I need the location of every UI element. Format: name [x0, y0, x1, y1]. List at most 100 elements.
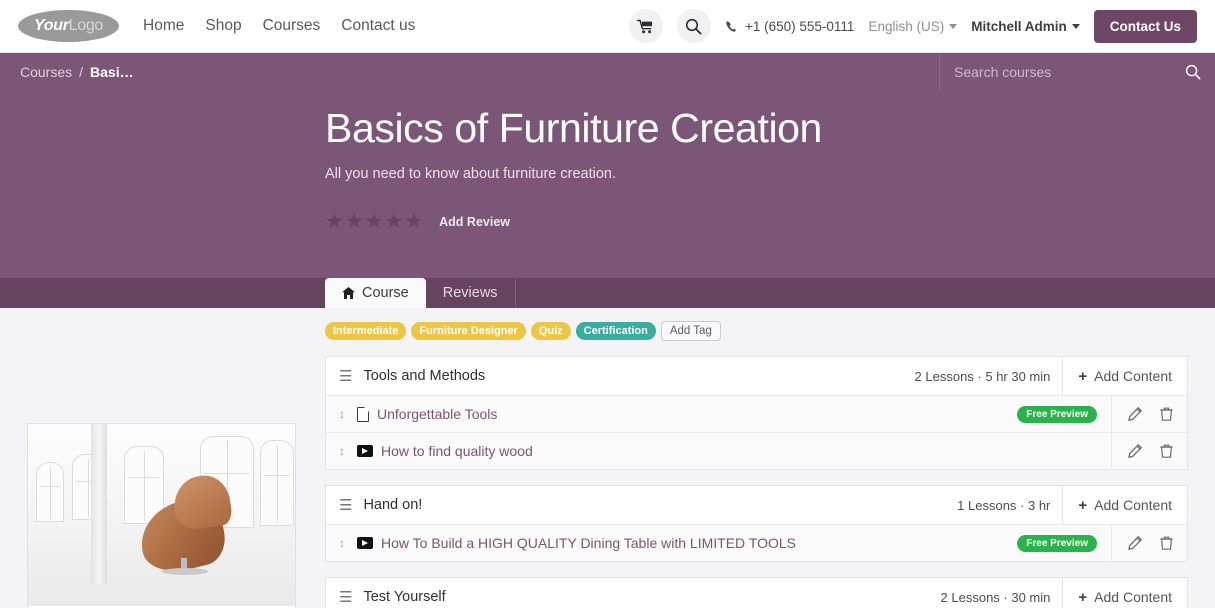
lesson-row-actions	[1111, 524, 1187, 562]
section-lesson-count: 2 Lessons · 30 min	[940, 589, 1051, 605]
free-preview-badge: Free Preview	[1017, 534, 1097, 552]
nav-right-group: +1 (650) 555-0111 English (US) Mitchell …	[628, 9, 1197, 43]
shopping-cart-icon	[637, 19, 653, 33]
tag-quiz[interactable]: Quiz	[530, 322, 571, 340]
course-search-box	[939, 53, 1215, 91]
star-icon[interactable]: ★	[345, 211, 364, 232]
search-button[interactable]	[676, 9, 711, 43]
phone-icon	[726, 20, 736, 32]
course-cover-image	[28, 424, 295, 606]
primary-nav-links: Home Shop Courses Contact us	[143, 17, 415, 35]
course-tag-list: Intermediate Furniture Designer Quiz Cer…	[325, 321, 1188, 341]
hero-text-block: Basics of Furniture Creation All you nee…	[0, 91, 1215, 232]
user-menu[interactable]: Mitchell Admin	[971, 19, 1080, 34]
breadcrumb-bar: Courses / Basi…	[0, 53, 1215, 91]
course-subtitle: All you need to know about furniture cre…	[325, 166, 616, 183]
course-hero: Basics of Furniture Creation All you nee…	[0, 91, 1215, 278]
lesson-title[interactable]: How to find quality wood	[381, 443, 533, 459]
add-content-button[interactable]: + Add Content	[1062, 486, 1187, 524]
search-icon	[686, 18, 702, 35]
add-review-link[interactable]: Add Review	[439, 215, 510, 229]
course-tabs: Course Reviews	[0, 278, 1215, 308]
cart-button[interactable]	[628, 9, 663, 43]
course-section: ☰ Test Yourself 2 Lessons · 30 min + Add…	[325, 577, 1188, 608]
document-icon	[357, 406, 369, 422]
list-icon[interactable]: ☰	[339, 369, 352, 384]
drag-handle-icon[interactable]: ↕	[339, 445, 345, 457]
breadcrumb-courses[interactable]: Courses	[20, 64, 72, 80]
delete-trash-icon[interactable]	[1160, 536, 1173, 550]
section-title: Hand on!	[363, 497, 423, 513]
nav-link-courses[interactable]: Courses	[263, 17, 321, 35]
star-rating[interactable]: ★ ★ ★ ★ ★	[325, 211, 423, 232]
language-label: English (US)	[868, 18, 945, 34]
delete-trash-icon[interactable]	[1160, 444, 1173, 458]
pillar-decor	[91, 424, 107, 584]
page-title: Basics of Furniture Creation	[325, 105, 822, 151]
edit-pencil-icon[interactable]	[1128, 407, 1142, 421]
lesson-row-actions	[1111, 395, 1187, 433]
lesson-title[interactable]: How To Build a HIGH QUALITY Dining Table…	[381, 535, 796, 551]
drag-handle-icon[interactable]: ↕	[339, 408, 345, 420]
rating-row: ★ ★ ★ ★ ★ Add Review	[325, 211, 1215, 232]
section-lesson-count: 2 Lessons · 5 hr 30 min	[914, 368, 1051, 384]
tag-intermediate[interactable]: Intermediate	[325, 322, 407, 340]
lesson-title[interactable]: Unforgettable Tools	[377, 406, 497, 422]
language-selector[interactable]: English (US)	[868, 18, 958, 34]
drag-handle-icon[interactable]: ↕	[339, 537, 345, 549]
star-icon[interactable]: ★	[365, 211, 384, 232]
edit-pencil-icon[interactable]	[1128, 536, 1142, 550]
section-title: Test Yourself	[363, 589, 446, 605]
plus-icon: +	[1078, 496, 1088, 514]
tab-reviews[interactable]: Reviews	[426, 278, 516, 308]
section-header: ☰ Hand on! 1 Lessons · 3 hr + Add Conten…	[326, 486, 1187, 524]
free-preview-badge: Free Preview	[1017, 405, 1097, 423]
phone-number-text: +1 (650) 555-0111	[744, 18, 855, 34]
top-navigation-bar: Your Logo Home Shop Courses Contact us +…	[0, 0, 1215, 53]
contact-us-button[interactable]: Contact Us	[1093, 9, 1197, 43]
lesson-row-actions	[1111, 432, 1187, 470]
logo-ellipse: Your Logo	[18, 10, 119, 42]
list-icon[interactable]: ☰	[339, 590, 352, 605]
nav-link-home[interactable]: Home	[143, 17, 184, 35]
nav-link-shop[interactable]: Shop	[205, 17, 241, 35]
lesson-row[interactable]: ↕ How to find quality wood	[326, 432, 1187, 470]
lesson-row[interactable]: ↕ Unforgettable Tools Free Preview	[326, 395, 1187, 433]
tag-certification[interactable]: Certification	[575, 322, 656, 340]
search-icon[interactable]	[1185, 64, 1201, 80]
plus-icon: +	[1078, 367, 1088, 385]
edit-pencil-icon[interactable]	[1128, 444, 1142, 458]
star-icon[interactable]: ★	[325, 211, 344, 232]
search-courses-input[interactable]	[954, 64, 1185, 80]
add-content-label: Add Content	[1094, 368, 1172, 384]
phone-number[interactable]: +1 (650) 555-0111	[725, 19, 854, 34]
user-name: Mitchell Admin	[971, 18, 1067, 34]
video-icon	[357, 445, 373, 457]
site-logo[interactable]: Your Logo	[18, 10, 121, 43]
star-icon[interactable]: ★	[404, 211, 423, 232]
list-icon[interactable]: ☰	[339, 498, 352, 513]
breadcrumb-current: Basi…	[90, 64, 134, 80]
content-area: $ 200.00 Add to Cart Responsible Mitchel…	[0, 308, 1215, 608]
course-content-column: Intermediate Furniture Designer Quiz Cer…	[325, 308, 1215, 608]
star-icon[interactable]: ★	[384, 211, 403, 232]
nav-link-contact-us[interactable]: Contact us	[341, 17, 415, 35]
add-content-button[interactable]: + Add Content	[1062, 578, 1187, 608]
delete-trash-icon[interactable]	[1160, 407, 1173, 421]
lesson-row[interactable]: ↕ How To Build a HIGH QUALITY Dining Tab…	[326, 524, 1187, 562]
chair-decor	[162, 568, 208, 575]
tag-furniture-designer[interactable]: Furniture Designer	[411, 322, 526, 340]
section-lesson-count: 1 Lessons · 3 hr	[957, 497, 1051, 513]
add-tag-button[interactable]: Add Tag	[660, 321, 721, 341]
section-header: ☰ Test Yourself 2 Lessons · 30 min + Add…	[326, 578, 1187, 608]
chevron-down-icon	[1071, 23, 1080, 29]
plus-icon: +	[1078, 588, 1088, 606]
add-content-button[interactable]: + Add Content	[1062, 357, 1187, 395]
logo-primary-text: Your	[33, 17, 69, 34]
home-icon	[342, 287, 355, 299]
course-section: ☰ Hand on! 1 Lessons · 3 hr + Add Conten…	[325, 485, 1188, 562]
tab-course[interactable]: Course	[325, 278, 426, 308]
page-root: Your Logo Home Shop Courses Contact us +…	[0, 0, 1215, 608]
logo-secondary-text: Logo	[68, 17, 104, 34]
video-icon	[357, 537, 373, 549]
